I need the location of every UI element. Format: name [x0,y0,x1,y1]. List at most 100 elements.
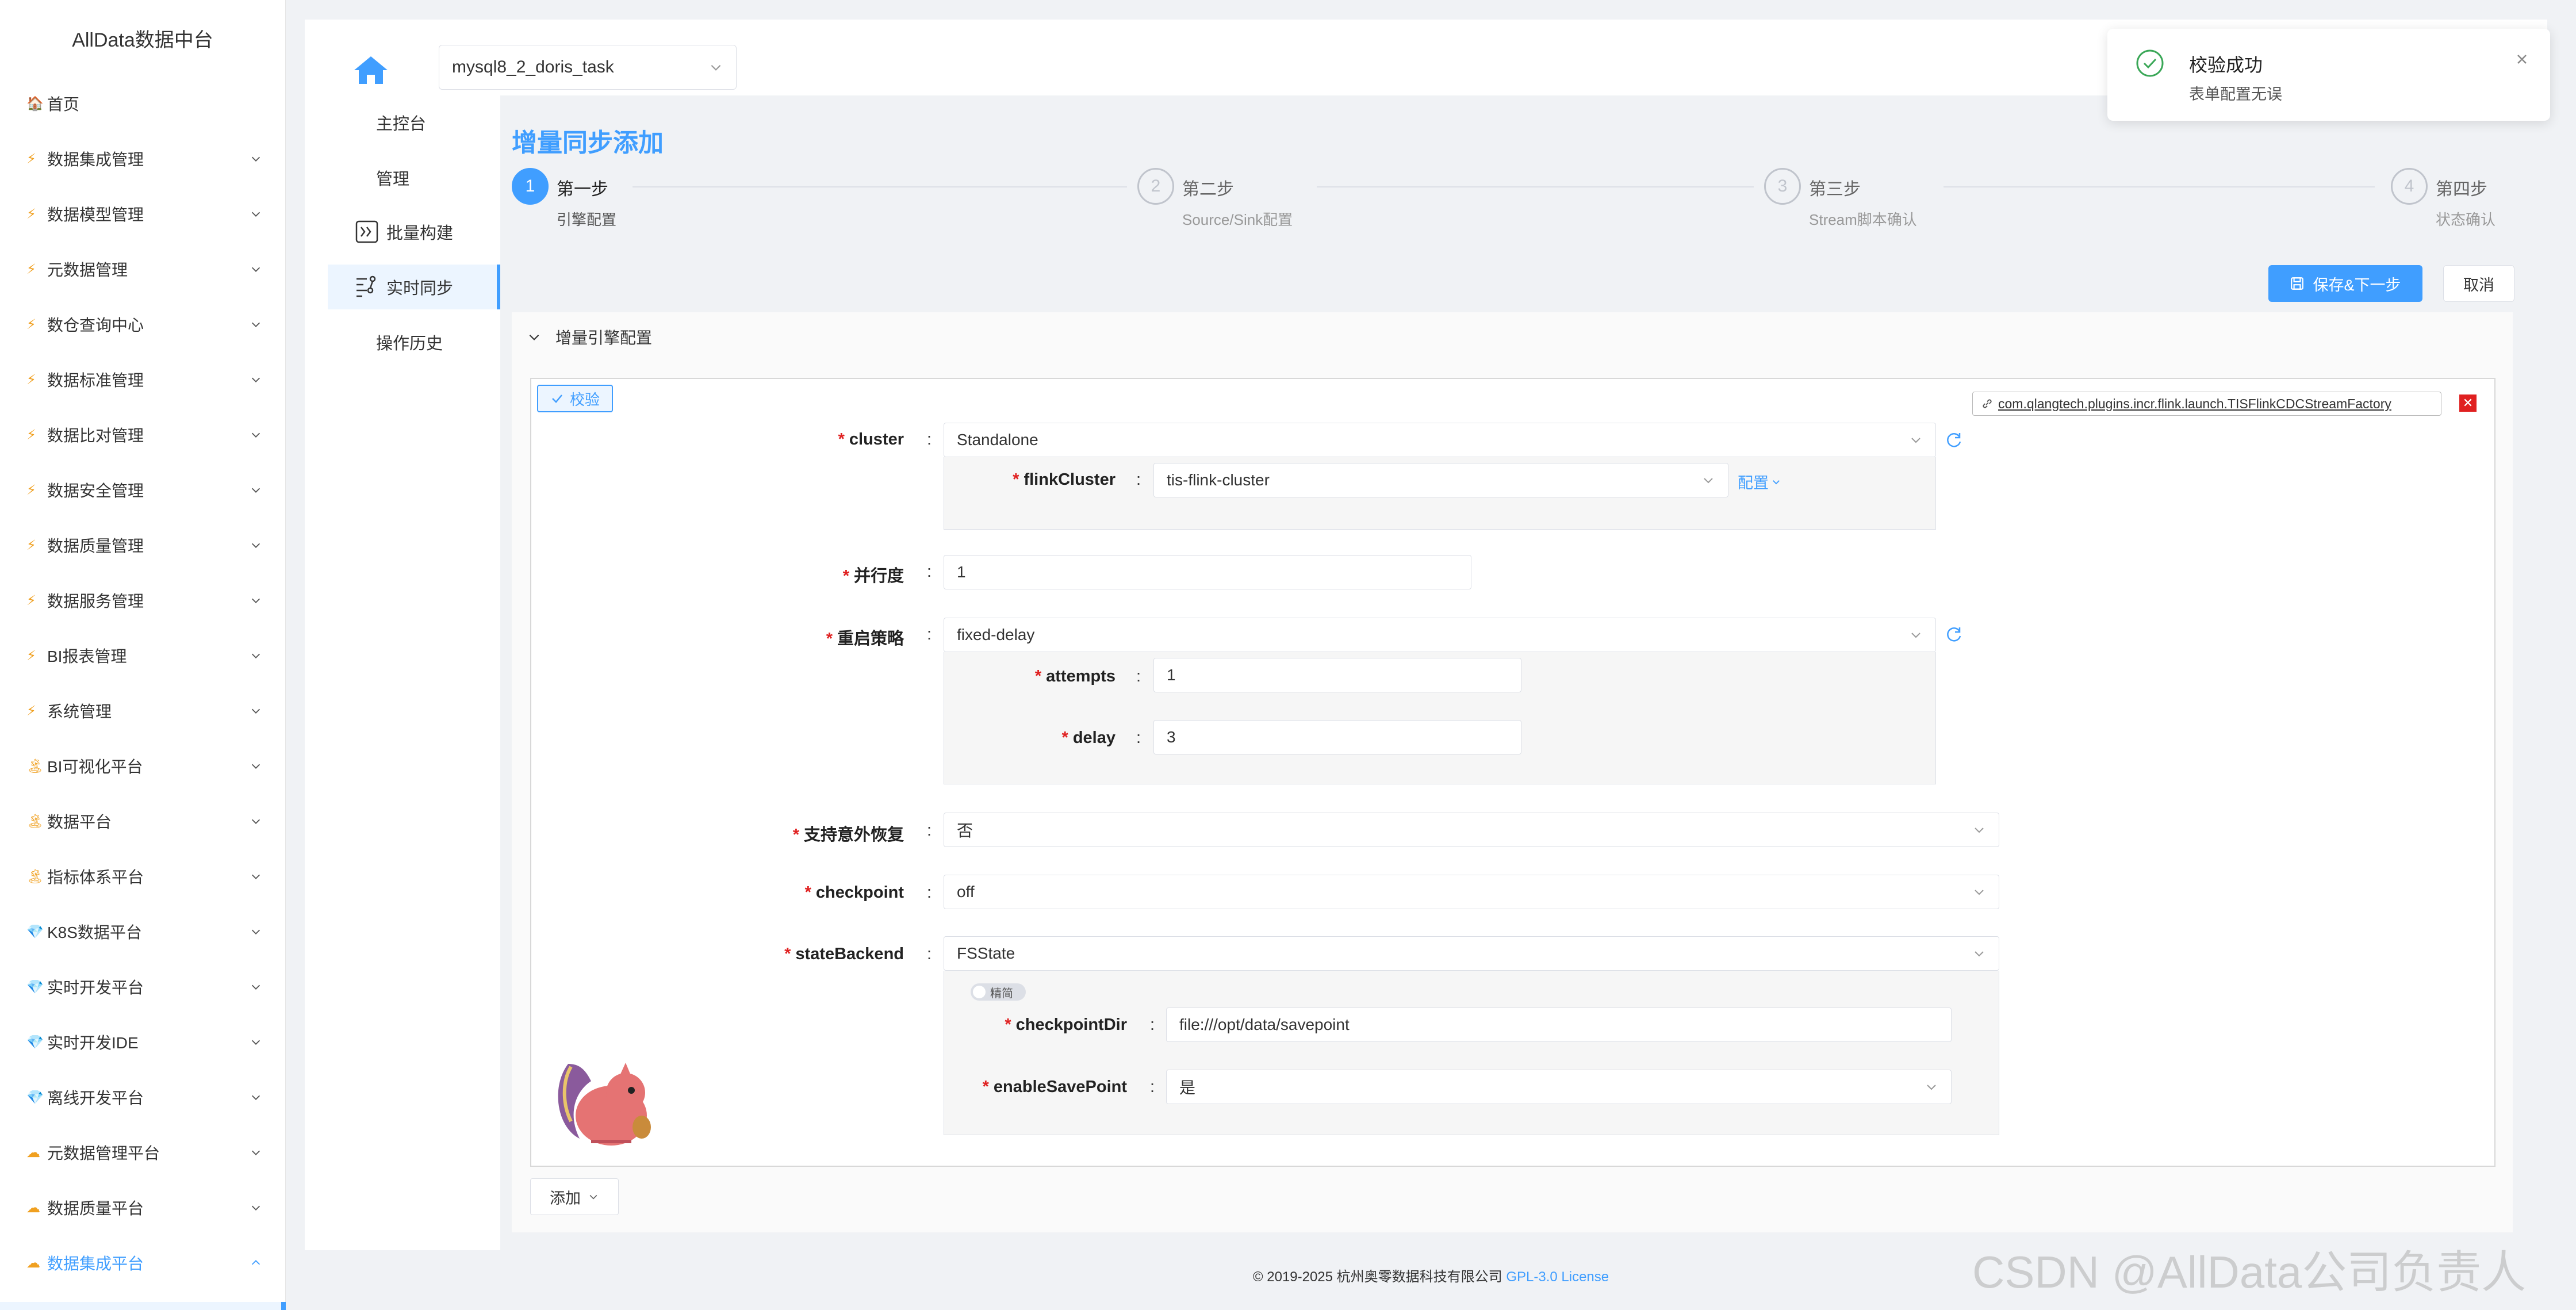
sidebar-item[interactable]: 💎 K8S数据平台 [0,904,285,959]
sidebar-item[interactable]: ☁ 数据集成平台 [0,1235,285,1290]
parallelism-label: * 并行度 [842,567,904,585]
colon: : [1136,729,1141,747]
sidebar-item[interactable]: ☁ 元数据管理平台 [0,1125,285,1180]
verify-button[interactable]: 校验 [537,385,613,412]
simplify-toggle[interactable]: 精简 [971,983,1026,1001]
sidebar-item-label: 数据服务管理 [47,592,144,610]
sidebar-item[interactable]: 💎 离线开发平台 [0,1070,285,1125]
sidebar-item[interactable]: 🏝 数据平台 [0,794,285,849]
sidebar-item[interactable]: ⚡ 数据比对管理 [0,407,285,462]
collapse-header[interactable]: 增量引擎配置 [527,325,652,348]
chevron-down-icon [250,925,262,938]
attempts-value: 1 [1167,666,1176,684]
chevron-down-icon [250,815,262,828]
sidebar-item-label: 实时开发IDE [47,1034,139,1052]
flinkcluster-select[interactable]: tis-flink-cluster [1153,463,1728,497]
sidebar-item-label: 数据模型管理 [47,206,144,224]
chevron-down-icon [529,334,539,340]
attempts-input[interactable]: 1 [1153,658,1521,692]
refresh-icon[interactable] [1943,625,1964,645]
page-title: 增量同步添加 [512,129,664,157]
gem-icon: 💎 [26,924,44,940]
lightning-icon: ⚡ [26,648,36,664]
subnav-item-realtime-sync[interactable]: 实时同步 [328,265,500,309]
subnav-item-manage[interactable]: 管理 [328,155,500,200]
colon: : [1150,1078,1155,1096]
chevron-down-icon [1975,951,1984,957]
checkpointdir-input[interactable]: file:///opt/data/savepoint [1166,1008,1952,1042]
watermark: CSDN @AllData公司负责人 [1972,1247,2527,1297]
save-icon [2291,277,2304,290]
refresh-icon[interactable] [1943,430,1964,451]
license-link[interactable]: GPL-3.0 License [1506,1269,1609,1285]
sidebar-item[interactable]: ⚡ 系统管理 [0,683,285,738]
sidebar-item[interactable]: ⚡ 数仓查询中心 [0,297,285,352]
enablesavepoint-label: * enableSavePoint [982,1078,1127,1096]
chevron-down-icon [250,1146,262,1159]
lightning-icon: ⚡ [26,371,36,388]
flinkcluster-label: * flinkCluster [1013,470,1116,489]
cloud-icon: ☁ [26,1144,40,1160]
sidebar-item[interactable]: ⚡ 元数据管理 [0,242,285,297]
sidebar-item-label: 首页 [47,95,80,113]
sidebar-item-label: 数据质量平台 [47,1200,144,1217]
sidebar-item[interactable]: 🏝 BI可视化平台 [0,738,285,794]
lightning-icon: ⚡ [26,206,36,222]
chevron-down-icon [250,318,262,331]
check-circle-icon [2136,49,2164,77]
close-icon[interactable] [2513,51,2531,68]
sidebar-item[interactable]: ⚡ 数据质量管理 [0,518,285,573]
sidebar-item[interactable]: 💎 实时开发IDE [0,1014,285,1070]
checkpoint-select[interactable]: off [944,875,1999,909]
chevron-down-icon [589,1194,597,1200]
sidebar-item[interactable]: ⚡ BI报表管理 [0,628,285,683]
subnav-item-batch-build[interactable]: 批量构建 [328,209,500,254]
chevron-down-icon [1975,890,1984,895]
sidebar-item-label: 数据集成管理 [47,151,144,168]
sidebar-item[interactable]: 🏝 指标体系平台 [0,849,285,904]
task-select[interactable]: mysql8_2_doris_task [439,45,737,90]
sidebar-item[interactable]: 🏠 首页 [0,76,285,131]
step-title: 第四步 [2436,180,2487,199]
lightning-icon: ⚡ [26,427,36,443]
sidebar-item[interactable]: ⚡ 数据模型管理 [0,186,285,242]
recover-select[interactable]: 否 [944,813,1999,847]
cancel-button[interactable]: 取消 [2443,265,2514,302]
lightning-icon: ⚡ [26,537,36,553]
chevron-down-icon [250,1201,262,1214]
sidebar-item[interactable]: ⚡ 数据集成管理 [0,131,285,186]
chevron-down-icon [250,980,262,993]
config-dropdown-link[interactable]: 配置 [1738,470,1781,493]
checkpoint-value: off [957,883,975,901]
save-next-button[interactable]: 保存&下一步 [2268,265,2422,302]
sidebar-item[interactable]: 💎 实时开发平台 [0,959,285,1014]
home-icon[interactable] [352,54,390,86]
batch-build-icon [355,220,378,243]
statebackend-value: FSState [957,944,1015,962]
sidebar-item[interactable]: ⚡ 数据安全管理 [0,462,285,518]
subnav-item-history[interactable]: 操作历史 [328,320,500,365]
lightning-icon: ⚡ [26,592,36,608]
lightning-icon: ⚡ [26,316,36,332]
subnav-item-dashboard[interactable]: 主控台 [328,100,500,145]
sidebar-item[interactable]: ☁ 数据质量平台 [0,1180,285,1235]
enablesavepoint-select[interactable]: 是 [1166,1070,1952,1104]
sidebar-item[interactable]: ⚡ 数据服务管理 [0,573,285,628]
sidebar-item-label: BI可视化平台 [47,758,143,776]
parallelism-input[interactable]: 1 [944,555,1471,589]
statebackend-select[interactable]: FSState [944,936,1999,971]
restart-strategy-select[interactable]: fixed-delay [944,618,1936,652]
sidebar-item[interactable]: ⚡ 数据标准管理 [0,352,285,407]
cluster-select[interactable]: Standalone [944,423,1936,457]
sidebar-menu: 🏠 首页 ⚡ 数据集成管理 ⚡ 数据模型管理 ⚡ 元数据管理 ⚡ 数仓查询中心 ⚡ 数据标准管理 ⚡ 数据… [0,76,285,1290]
plugin-class-link[interactable]: com.qlangtech.plugins.incr.flink.launch.… [1972,392,2441,416]
island-icon: 🏝 [26,813,44,829]
remove-plugin-button[interactable]: ✕ [2459,394,2477,412]
chevron-down-icon [1975,828,1984,833]
verify-label: 校验 [569,390,600,408]
toast-message: 表单配置无误 [2189,86,2282,103]
chevron-up-icon [250,1257,262,1269]
attempts-label: * attempts [1034,667,1116,685]
delay-input[interactable]: 3 [1153,720,1521,754]
add-button[interactable]: 添加 [530,1178,619,1215]
